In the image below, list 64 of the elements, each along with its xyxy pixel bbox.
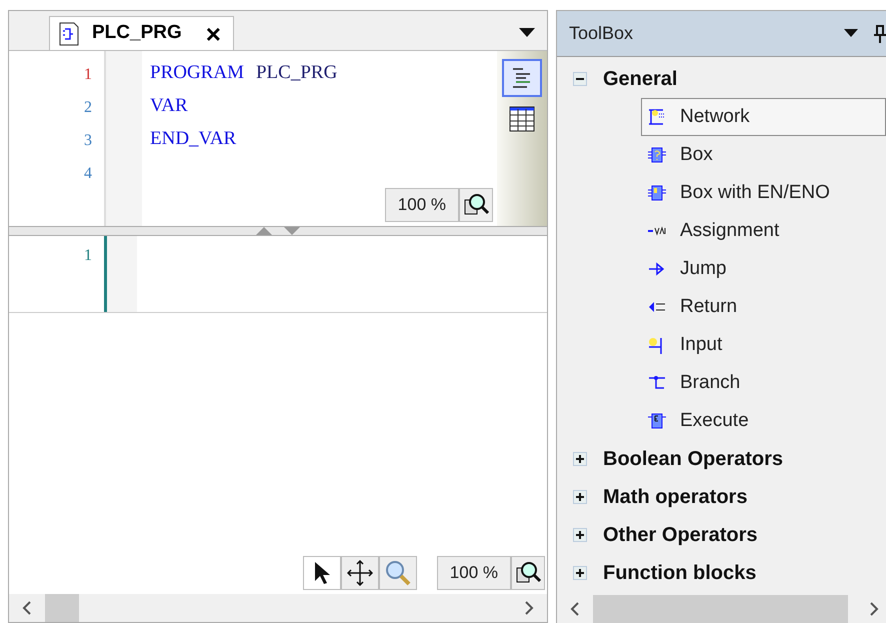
expand-icon[interactable] bbox=[573, 528, 587, 542]
textual-view-button[interactable] bbox=[502, 59, 542, 97]
expand-icon[interactable] bbox=[573, 566, 587, 580]
tab-title: PLC_PRG bbox=[92, 21, 182, 46]
group-label[interactable]: Boolean Operators bbox=[603, 444, 784, 474]
horizontal-scrollbar[interactable] bbox=[9, 594, 547, 622]
zoom-level-button[interactable]: 100 % bbox=[384, 188, 459, 222]
group-label[interactable]: Other Operators bbox=[603, 520, 758, 550]
table-icon[interactable] bbox=[508, 105, 536, 133]
box-en-element-icon bbox=[646, 183, 668, 203]
panel-title: ToolBox bbox=[569, 22, 634, 45]
item-label: Box bbox=[680, 142, 713, 167]
toolbox-item[interactable]: Jump bbox=[641, 250, 886, 288]
select-tool-button[interactable] bbox=[302, 556, 341, 590]
expand-icon[interactable] bbox=[573, 452, 587, 466]
group-label[interactable]: Math operators bbox=[603, 482, 748, 512]
group-label[interactable]: General bbox=[603, 64, 678, 94]
editor-tab[interactable]: PLC_PRG × bbox=[49, 16, 234, 50]
line-number: 2 bbox=[84, 98, 92, 118]
move-cross-icon bbox=[346, 560, 373, 586]
pin-icon[interactable] bbox=[874, 24, 886, 42]
code-token: PLC_PRG bbox=[256, 61, 338, 85]
program-file-icon bbox=[58, 20, 80, 46]
code-token: END_VAR bbox=[150, 127, 236, 151]
zoom-settings-button[interactable] bbox=[459, 188, 493, 222]
toolbox-item[interactable]: Input bbox=[641, 326, 886, 364]
toolbox-item[interactable]: Branch bbox=[641, 364, 886, 402]
item-label: Box with EN/ENO bbox=[680, 180, 830, 205]
collapse-icon[interactable] bbox=[573, 72, 587, 86]
line-number: 1 bbox=[84, 246, 92, 266]
scroll-thumb[interactable] bbox=[45, 594, 79, 622]
group-label[interactable]: Function blocks bbox=[603, 558, 756, 588]
item-label: Assignment bbox=[680, 218, 780, 243]
line-number: 3 bbox=[84, 131, 92, 151]
toolbox-item[interactable]: Assignment bbox=[641, 212, 886, 250]
magnifier-icon bbox=[384, 560, 411, 586]
expand-icon[interactable] bbox=[573, 490, 587, 504]
toolbox-item[interactable]: Box with EN/ENO bbox=[641, 174, 886, 212]
item-label: Branch bbox=[680, 370, 740, 395]
zoom-level-button[interactable]: 100 % bbox=[436, 556, 511, 590]
zoom-settings-button[interactable] bbox=[511, 556, 545, 590]
toolbox-item[interactable]: Return bbox=[641, 288, 886, 326]
item-label: Jump bbox=[680, 256, 726, 281]
toolbox-item[interactable]: Network bbox=[641, 98, 886, 136]
close-button[interactable]: × bbox=[202, 20, 225, 46]
box-element-icon bbox=[646, 145, 668, 165]
line-number: 1 bbox=[84, 65, 92, 85]
item-label: Execute bbox=[680, 408, 749, 433]
toolbox-item[interactable]: Box bbox=[641, 136, 886, 174]
up-arrow-icon bbox=[256, 227, 272, 235]
toolbox-item[interactable]: Execute bbox=[641, 402, 886, 440]
down-arrow-icon bbox=[284, 227, 300, 235]
line-number: 4 bbox=[84, 164, 92, 184]
code-token: PROGRAM bbox=[150, 61, 244, 85]
item-label: Input bbox=[680, 332, 722, 357]
scroll-thumb[interactable] bbox=[593, 595, 848, 623]
pointer-icon bbox=[312, 561, 331, 585]
dropdown-icon[interactable] bbox=[519, 28, 535, 38]
dropdown-icon[interactable] bbox=[844, 29, 858, 38]
pan-tool-button[interactable] bbox=[340, 556, 379, 590]
execute-element-icon bbox=[646, 411, 668, 431]
code-token: VAR bbox=[150, 94, 188, 118]
item-label: Return bbox=[680, 294, 738, 319]
item-label: Network bbox=[680, 104, 750, 129]
